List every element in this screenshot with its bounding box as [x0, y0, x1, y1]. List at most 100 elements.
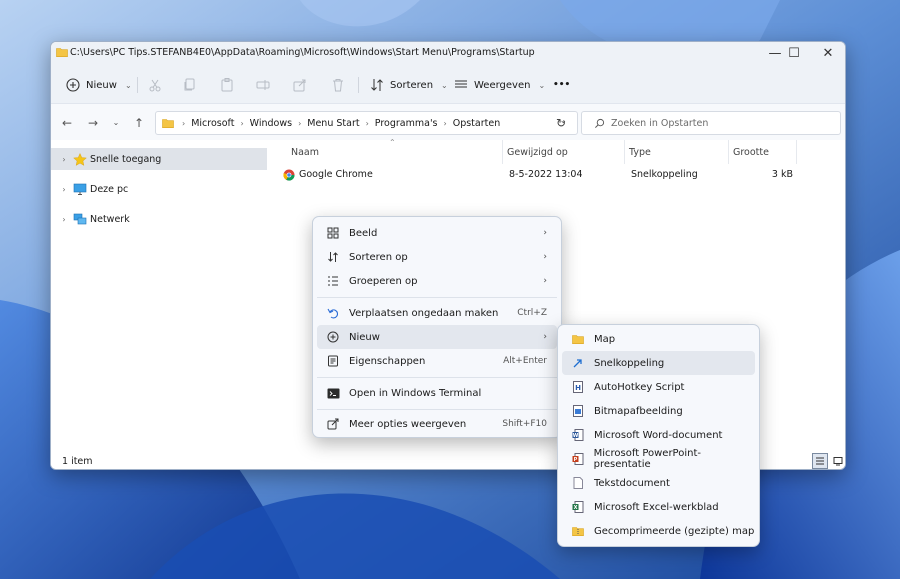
chevron-right-icon[interactable]: ›: [57, 155, 71, 164]
breadcrumb-menu-start[interactable]: Menu Start: [307, 118, 359, 129]
submenu-item-shortcut[interactable]: Snelkoppeling: [562, 351, 755, 375]
command-bar: Nieuw ⌄ Sorteren ⌄ Weergeven ⌄ •••: [51, 64, 845, 104]
toolbar-divider: [358, 77, 359, 93]
menu-item-shortcut: Ctrl+Z: [517, 308, 547, 318]
column-header-label: Naam: [291, 146, 320, 158]
paste-button[interactable]: [219, 74, 235, 96]
context-menu: Beeld › Sorteren op › Groeperen op › Ver…: [312, 216, 562, 438]
window-title: C:\Users\PC Tips.STEFANB4E0\AppData\Roam…: [70, 47, 535, 58]
nav-item-quick-access[interactable]: › Snelle toegang: [51, 148, 267, 170]
up-arrow-icon[interactable]: ↑: [132, 116, 146, 130]
breadcrumb-opstarten[interactable]: Opstarten: [453, 118, 501, 129]
breadcrumb-separator: ›: [298, 118, 302, 128]
menu-item-label: Meer opties weergeven: [349, 418, 467, 430]
recent-locations-icon[interactable]: ⌄: [109, 118, 123, 127]
nav-item-this-pc[interactable]: › Deze pc: [51, 178, 267, 200]
file-size: 3 kB: [771, 169, 793, 180]
menu-item-view[interactable]: Beeld ›: [317, 221, 557, 245]
menu-item-shortcut: Alt+Enter: [503, 356, 547, 366]
rename-icon: [256, 80, 270, 90]
sort-button[interactable]: Sorteren ⌄: [369, 74, 448, 96]
submenu-item-label: Bitmapafbeelding: [594, 405, 683, 417]
share-button[interactable]: [292, 74, 308, 96]
column-header-modified[interactable]: Gewijzigd op: [507, 140, 625, 164]
menu-item-group-by[interactable]: Groeperen op ›: [317, 269, 557, 293]
submenu-item-zip-folder[interactable]: Gecomprimeerde (gezipte) map: [562, 519, 755, 543]
copy-button[interactable]: [182, 74, 198, 96]
properties-icon: [323, 353, 343, 369]
trash-icon: [333, 79, 343, 92]
details-view-button[interactable]: [812, 453, 828, 469]
view-button[interactable]: Weergeven ⌄: [453, 74, 545, 96]
new-button[interactable]: Nieuw ⌄: [65, 74, 132, 96]
search-input[interactable]: Zoeken in Opstarten: [581, 111, 841, 135]
breadcrumb-windows[interactable]: Windows: [250, 118, 292, 129]
breadcrumb-separator: ›: [443, 118, 447, 128]
folder-icon: [568, 331, 588, 347]
submenu-item-autohotkey[interactable]: H AutoHotkey Script: [562, 375, 755, 399]
chevron-down-icon: ⌄: [441, 80, 448, 90]
menu-item-label: Groeperen op: [349, 275, 418, 287]
submenu-item-folder[interactable]: Map: [562, 327, 755, 351]
column-header-size[interactable]: Grootte: [733, 140, 797, 164]
submenu-item-label: AutoHotkey Script: [594, 381, 685, 393]
refresh-button[interactable]: ↻: [549, 111, 573, 135]
submenu-item-label: Microsoft Excel-werkblad: [594, 501, 719, 513]
chevron-right-icon[interactable]: ›: [57, 185, 71, 194]
column-header-label: Gewijzigd op: [507, 146, 568, 158]
chrome-icon: [283, 169, 295, 181]
menu-item-undo-move[interactable]: Verplaatsen ongedaan maken Ctrl+Z: [317, 301, 557, 325]
excel-icon: X: [568, 499, 588, 515]
menu-divider: [317, 377, 557, 378]
menu-item-label: Open in Windows Terminal: [349, 387, 482, 399]
title-bar[interactable]: C:\Users\PC Tips.STEFANB4E0\AppData\Roam…: [51, 42, 845, 64]
menu-item-label: Nieuw: [349, 331, 380, 343]
share-icon: [293, 79, 306, 92]
menu-item-open-terminal[interactable]: Open in Windows Terminal: [317, 381, 557, 405]
tiles-view-button[interactable]: [830, 453, 845, 469]
address-bar[interactable]: › Microsoft › Windows › Menu Start › Pro…: [155, 111, 578, 135]
submenu-item-label: Microsoft PowerPoint-presentatie: [593, 448, 701, 470]
column-header-name[interactable]: Naam: [291, 140, 503, 164]
chevron-right-icon: ›: [543, 332, 547, 342]
breadcrumb-programmas[interactable]: Programma's: [375, 118, 438, 129]
submenu-item-powerpoint[interactable]: P Microsoft PowerPoint-presentatie: [562, 447, 755, 471]
undo-icon: [323, 305, 343, 321]
submenu-item-bitmap[interactable]: Bitmapafbeelding: [562, 399, 755, 423]
clipboard-icon: [221, 78, 233, 92]
nav-item-label: Netwerk: [90, 213, 130, 225]
nav-item-network[interactable]: › Netwerk: [51, 208, 267, 230]
menu-item-label: Beeld: [349, 227, 378, 239]
menu-item-properties[interactable]: Eigenschappen Alt+Enter: [317, 349, 557, 373]
share-icon: [323, 416, 343, 432]
column-header-label: Type: [629, 146, 651, 158]
star-icon: [73, 152, 87, 166]
forward-arrow-icon[interactable]: →: [86, 116, 100, 130]
table-row[interactable]: Google Chrome 8-5-2022 13:04 Snelkoppeli…: [269, 164, 845, 186]
svg-text:W: W: [573, 433, 579, 439]
svg-text:X: X: [574, 505, 578, 511]
submenu-item-text-document[interactable]: Tekstdocument: [562, 471, 755, 495]
menu-item-sort-by[interactable]: Sorteren op ›: [317, 245, 557, 269]
menu-item-new[interactable]: Nieuw ›: [317, 325, 557, 349]
back-arrow-icon[interactable]: ←: [60, 116, 74, 130]
close-button[interactable]: ✕: [810, 42, 845, 64]
column-header-type[interactable]: Type: [629, 140, 729, 164]
menu-divider: [317, 297, 557, 298]
more-options-button[interactable]: •••: [553, 74, 570, 96]
new-submenu: Map Snelkoppeling H AutoHotkey Script Bi…: [557, 324, 760, 547]
maximize-button[interactable]: ☐: [776, 42, 812, 64]
submenu-item-word[interactable]: W Microsoft Word-document: [562, 423, 755, 447]
menu-item-more-options[interactable]: Meer opties weergeven Shift+F10: [317, 412, 557, 436]
chevron-right-icon[interactable]: ›: [57, 215, 71, 224]
menu-item-label: Sorteren op: [349, 251, 408, 263]
navigation-pane: › Snelle toegang › Deze pc › Netwerk: [51, 140, 269, 452]
delete-button[interactable]: [330, 74, 346, 96]
cut-button[interactable]: [147, 74, 163, 96]
breadcrumb-microsoft[interactable]: Microsoft: [191, 118, 234, 129]
sort-button-label: Sorteren: [390, 79, 434, 91]
tiles-view-icon: [833, 457, 843, 466]
submenu-item-excel[interactable]: X Microsoft Excel-werkblad: [562, 495, 755, 519]
sort-icon: [323, 249, 343, 265]
rename-button[interactable]: [255, 74, 271, 96]
